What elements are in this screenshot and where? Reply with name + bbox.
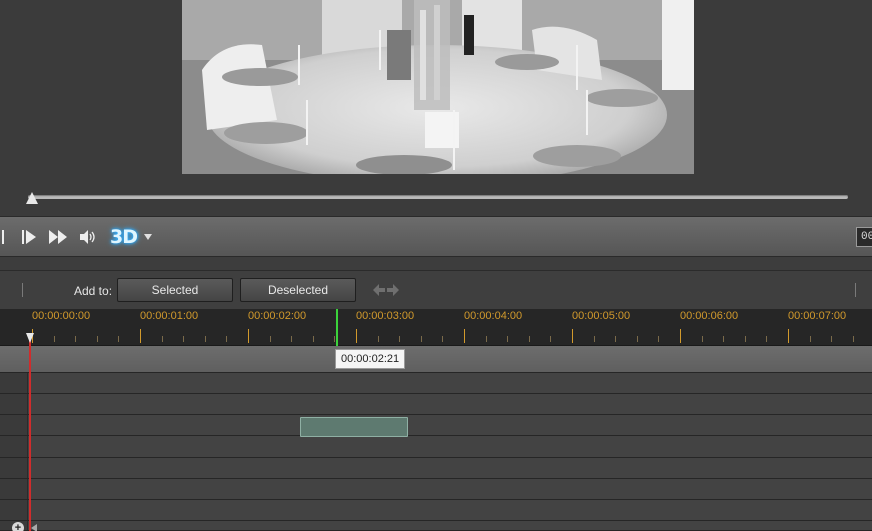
track-row[interactable] (0, 373, 872, 394)
stop-icon (2, 230, 4, 244)
ruler-minor-tick (745, 336, 746, 342)
3d-mode-button[interactable]: 3D (110, 225, 152, 249)
ruler-major-tick (464, 329, 465, 343)
track-header (0, 373, 28, 393)
ruler-tick-label: 00:00:01:00 (140, 310, 199, 322)
scroll-left-icon[interactable] (31, 524, 37, 531)
zoom-in-icon[interactable]: + (12, 522, 24, 531)
current-position-marker[interactable] (336, 309, 338, 346)
ruler-minor-tick (378, 336, 379, 342)
preview-area (0, 0, 872, 185)
ruler-minor-tick (399, 336, 400, 342)
ruler-minor-tick (594, 336, 595, 342)
ruler-minor-tick (334, 336, 335, 342)
ruler-minor-tick (75, 336, 76, 342)
volume-button[interactable] (78, 227, 98, 247)
track-header (0, 500, 28, 520)
ruler-major-tick (248, 329, 249, 343)
track-row[interactable] (0, 521, 872, 531)
editor-window: 3D 00 Add to: Selected Deselected 00:00:… (0, 0, 872, 531)
ruler-minor-tick (810, 336, 811, 342)
timeline-tracks (0, 346, 872, 531)
3d-mode-label: 3D (110, 226, 138, 248)
ruler-tick-label: 00:00:05:00 (572, 310, 631, 322)
ruler-minor-tick (421, 336, 422, 342)
ruler-minor-tick (97, 336, 98, 342)
volume-icon (80, 230, 95, 244)
ruler-tick-label: 00:00:07:00 (788, 310, 847, 322)
ruler-minor-tick (831, 336, 832, 342)
ruler-minor-tick (270, 336, 271, 342)
ruler-minor-tick (54, 336, 55, 342)
ruler-minor-tick (162, 336, 163, 342)
ruler-minor-tick (529, 336, 530, 342)
seek-bar[interactable] (28, 195, 848, 199)
ruler-minor-tick (637, 336, 638, 342)
ruler-major-tick (140, 329, 141, 343)
track-row[interactable] (0, 415, 872, 436)
ruler-minor-tick (118, 336, 119, 342)
seek-thumb[interactable] (26, 192, 38, 204)
chevron-down-icon[interactable] (144, 234, 152, 240)
track-header (0, 479, 28, 499)
seek-bar-row (0, 185, 872, 216)
ruler-minor-tick (702, 336, 703, 342)
ruler-major-tick (788, 329, 789, 343)
track-header (0, 436, 28, 457)
fast-forward-button[interactable] (48, 227, 68, 247)
video-frame-image (182, 0, 694, 174)
divider (855, 283, 856, 297)
ruler-tick-label: 00:00:06:00 (680, 310, 739, 322)
track-row[interactable] (0, 479, 872, 500)
timecode-display[interactable]: 00 (856, 227, 872, 247)
ruler-tick-label: 00:00:04:00 (464, 310, 523, 322)
ruler-tick-label: 00:00:00:00 (32, 310, 91, 322)
ruler-minor-tick (550, 336, 551, 342)
ruler-tick-label: 00:00:02:00 (248, 310, 307, 322)
ruler-minor-tick (766, 336, 767, 342)
ruler-major-tick (680, 329, 681, 343)
ruler-minor-tick (183, 336, 184, 342)
ruler-minor-tick (442, 336, 443, 342)
track-row[interactable] (0, 500, 872, 521)
track-header (0, 394, 28, 414)
track-row[interactable] (0, 458, 872, 479)
track-row[interactable] (0, 436, 872, 458)
player-controls: 3D 00 (0, 216, 872, 257)
divider (22, 283, 23, 297)
track-row[interactable] (0, 394, 872, 415)
deselected-button[interactable]: Deselected (240, 278, 356, 302)
selected-button[interactable]: Selected (117, 278, 233, 302)
ruler-major-tick (356, 329, 357, 343)
timeline-clip[interactable] (300, 417, 408, 437)
playhead-handle[interactable] (26, 333, 34, 343)
add-to-label: Add to: (74, 284, 113, 298)
stop-button[interactable] (0, 227, 8, 247)
fast-forward-icon (49, 230, 67, 244)
ruler-minor-tick (853, 336, 854, 342)
ruler-minor-tick (205, 336, 206, 342)
next-frame-button[interactable] (20, 227, 38, 247)
video-preview[interactable] (182, 0, 694, 174)
ruler-minor-tick (507, 336, 508, 342)
track-header (0, 415, 28, 435)
ruler-minor-tick (615, 336, 616, 342)
timeline-ruler[interactable]: 00:00:00:00 00:00:01:00 00:00:02:00 00:00:0… (0, 309, 872, 346)
track-header (0, 458, 28, 478)
panel-gap (0, 257, 872, 270)
ruler-minor-tick (226, 336, 227, 342)
ruler-minor-tick (486, 336, 487, 342)
ruler-major-tick (572, 329, 573, 343)
ruler-minor-tick (723, 336, 724, 342)
ruler-tick-label: 00:00:03:00 (356, 310, 415, 322)
next-frame-icon (22, 230, 36, 244)
ruler-minor-tick (291, 336, 292, 342)
add-to-bar: Add to: Selected Deselected (0, 270, 872, 309)
track-row-master[interactable] (0, 346, 872, 373)
ruler-minor-tick (313, 336, 314, 342)
current-time-tooltip: 00:00:02:21 (335, 349, 406, 369)
swap-arrows-icon[interactable] (372, 282, 400, 298)
ruler-minor-tick (658, 336, 659, 342)
playhead-line[interactable] (29, 333, 31, 531)
